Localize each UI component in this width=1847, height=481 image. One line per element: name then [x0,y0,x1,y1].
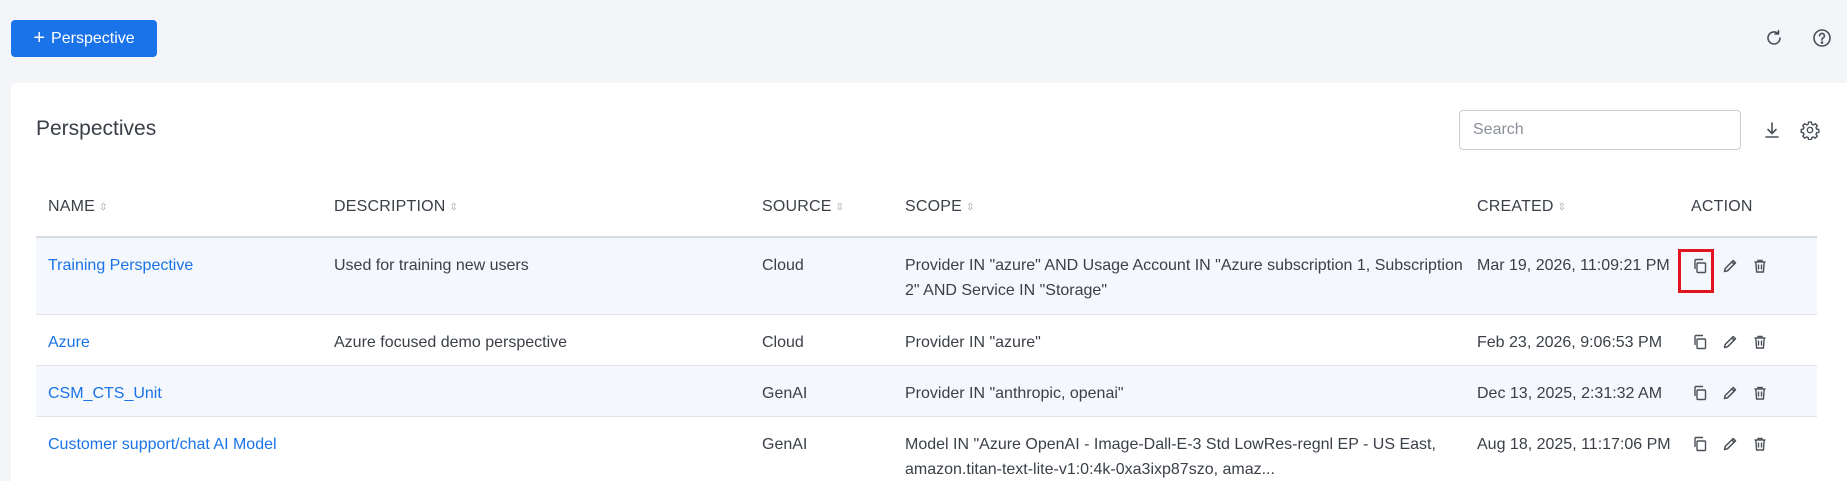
perspectives-table: NAME ⇳ DESCRIPTION ⇳ SOURCE ⇳ SCOPE ⇳ CREATE… [36,177,1817,481]
scope-cell: Provider IN "azure" [893,314,1465,366]
column-header-scope[interactable]: SCOPE ⇳ [893,177,1465,238]
row-actions [1691,330,1817,355]
copy-icon[interactable] [1691,435,1709,453]
table-header-row: NAME ⇳ DESCRIPTION ⇳ SOURCE ⇳ SCOPE ⇳ CREATE… [36,177,1817,238]
column-header-label: DESCRIPTION [334,197,446,215]
delete-icon[interactable] [1751,257,1769,275]
table-row: CSM_CTS_Unit GenAI Provider IN "anthropi… [36,365,1817,417]
help-icon[interactable] [1810,26,1834,50]
copy-icon[interactable] [1691,333,1709,351]
scope-cell: Provider IN "anthropic, openai" [893,365,1465,417]
description-cell [322,365,750,417]
source-cell: GenAI [750,365,893,417]
description-cell: Azure focused demo perspective [322,314,750,366]
delete-icon[interactable] [1751,384,1769,402]
sort-icon: ⇳ [835,201,845,213]
column-header-source[interactable]: SOURCE ⇳ [750,177,893,238]
table-row: Training Perspective Used for training n… [36,237,1817,315]
edit-icon[interactable] [1721,257,1739,275]
source-cell: GenAI [750,416,893,481]
column-header-created[interactable]: CREATED ⇳ [1465,177,1679,238]
panel-title: Perspectives [36,117,157,140]
sort-icon: ⇳ [1557,201,1567,213]
perspective-name-link[interactable]: CSM_CTS_Unit [48,385,162,402]
source-cell: Cloud [750,237,893,315]
gear-icon[interactable] [1798,118,1822,142]
download-icon[interactable] [1760,118,1784,142]
sort-icon: ⇳ [449,201,459,213]
column-header-label: SOURCE [762,197,832,215]
description-cell: Used for training new users [322,237,750,315]
copy-icon[interactable] [1691,384,1709,402]
scope-cell: Provider IN "azure" AND Usage Account IN… [893,237,1465,315]
perspective-name-link[interactable]: Training Perspective [48,257,193,274]
created-cell: Mar 19, 2026, 11:09:21 PM [1465,237,1679,315]
row-actions [1678,248,1817,293]
created-cell: Aug 18, 2025, 11:17:06 PM [1465,416,1679,481]
column-header-description[interactable]: DESCRIPTION ⇳ [322,177,750,238]
sort-icon: ⇳ [99,201,108,213]
refresh-icon[interactable] [1762,26,1786,50]
perspective-name-link[interactable]: Customer support/chat AI Model [48,436,277,453]
edit-icon[interactable] [1721,384,1739,402]
column-header-action: ACTION [1679,177,1817,238]
add-perspective-label: Perspective [51,29,135,47]
description-cell [322,416,750,481]
add-perspective-button[interactable]: + Perspective [11,20,157,57]
table-row: Azure Azure focused demo perspective Clo… [36,314,1817,366]
table-row: Customer support/chat AI Model GenAI Mod… [36,416,1817,481]
sort-icon: ⇳ [966,201,975,213]
scope-cell: Model IN "Azure OpenAI - Image-Dall-E-3 … [893,416,1465,481]
perspective-name-link[interactable]: Azure [48,334,90,351]
row-actions [1691,381,1817,406]
search-input[interactable] [1459,110,1741,150]
edit-icon[interactable] [1721,333,1739,351]
source-cell: Cloud [750,314,893,366]
row-actions [1691,432,1817,457]
edit-icon[interactable] [1721,435,1739,453]
perspectives-panel: Perspectives NAME⇳ DESCRIPTION⇳ SOURCE [11,83,1847,481]
created-cell: Feb 23, 2026, 9:06:53 PM [1465,314,1679,366]
delete-icon[interactable] [1751,333,1769,351]
plus-icon: + [33,26,46,49]
top-toolbar: + Perspective [0,0,1847,82]
column-header-label: ACTION [1691,197,1753,215]
column-header-label: NAME [48,197,96,215]
column-header-label: CREATED [1477,197,1554,215]
column-header-label: SCOPE [905,197,963,215]
column-header-name[interactable]: NAME ⇳ [36,177,322,238]
copy-icon[interactable] [1678,248,1714,293]
delete-icon[interactable] [1751,435,1769,453]
created-cell: Dec 13, 2025, 2:31:32 AM [1465,365,1679,417]
